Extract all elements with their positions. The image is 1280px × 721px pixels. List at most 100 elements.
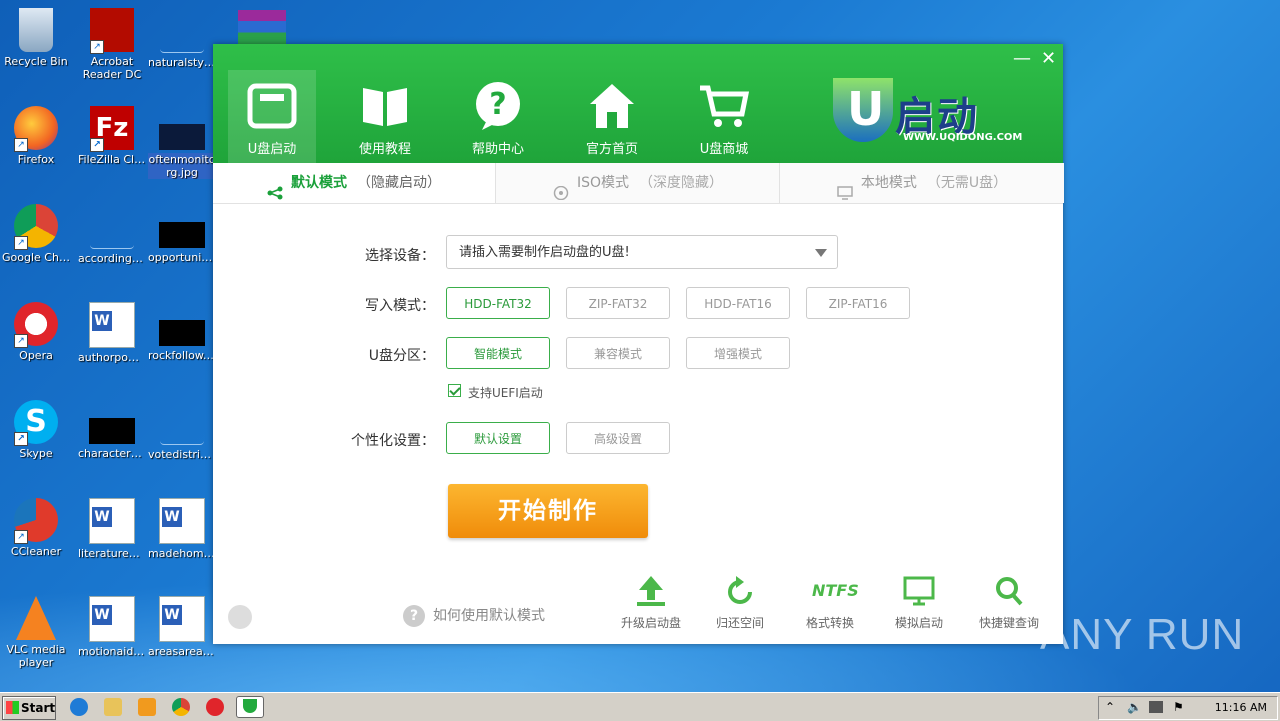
file-icon: [160, 8, 204, 53]
nav-usb-store[interactable]: U盘商城: [680, 70, 768, 163]
book-icon: [359, 80, 411, 132]
help-link[interactable]: ? 如何使用默认模式: [403, 605, 545, 627]
disc-icon: [553, 176, 569, 201]
desktop-icon-charactersa[interactable]: charactersa...: [78, 400, 146, 460]
desktop-icon-recycle-bin[interactable]: Recycle Bin: [2, 8, 70, 68]
desktop-icon-opportunit[interactable]: opportunit...: [148, 204, 216, 264]
desktop-icon-acrobat[interactable]: ↗ Acrobat Reader DC: [78, 8, 146, 81]
tool-restore-space[interactable]: 归还空间: [700, 574, 780, 631]
tool-upgrade-bootdisk[interactable]: 升级启动盘: [611, 574, 691, 631]
image-file-icon: [159, 124, 205, 150]
word-document-icon: [159, 498, 205, 544]
file-icon: [160, 400, 204, 445]
uqidong-taskbar-button[interactable]: [236, 696, 264, 718]
tab-local-mode[interactable]: 本地模式 （无需U盘）: [779, 163, 1064, 203]
file-icon: [90, 204, 134, 249]
nav-help-center[interactable]: ? 帮助中心: [454, 70, 542, 163]
winrar-icon[interactable]: [238, 10, 286, 44]
desktop-icon-ccleaner[interactable]: ↗ CCleaner: [2, 498, 70, 558]
tray-expand-icon[interactable]: ⌃: [1105, 700, 1115, 714]
desktop-icon-literaturepl[interactable]: literaturepl...: [78, 498, 146, 560]
uefi-label: 支持UEFI启动: [468, 386, 543, 400]
start-button[interactable]: Start: [2, 696, 56, 720]
uefi-checkbox[interactable]: [448, 384, 461, 397]
network-icon[interactable]: [1149, 701, 1163, 713]
desktop-icon-madehomes[interactable]: madehomes...: [148, 498, 216, 560]
question-icon: ?: [403, 605, 425, 627]
write-mode-zip-fat32[interactable]: ZIP-FAT32: [566, 287, 670, 319]
chrome-taskbar-icon[interactable]: [172, 698, 190, 716]
partition-enhanced[interactable]: 增强模式: [686, 337, 790, 369]
acrobat-icon: ↗: [90, 8, 134, 54]
desktop-icon-filezilla[interactable]: Fz↗ FileZilla Client: [78, 106, 146, 166]
usb-drive-icon: [246, 80, 298, 132]
desktop-icon-motionaid[interactable]: motionaid.rtf: [78, 596, 146, 658]
start-making-button[interactable]: 开始制作: [448, 484, 648, 538]
desktop-icon-vlc[interactable]: VLC media player: [2, 596, 70, 669]
volume-icon[interactable]: 🔈: [1127, 700, 1142, 714]
write-mode-zip-fat16[interactable]: ZIP-FAT16: [806, 287, 910, 319]
desktop-icon-naturalstyl[interactable]: naturalstyl...: [148, 8, 216, 69]
tab-iso-mode[interactable]: ISO模式 （深度隐藏）: [495, 163, 780, 203]
ie-icon[interactable]: [70, 698, 88, 716]
write-mode-hdd-fat32[interactable]: HDD-FAT32: [446, 287, 550, 319]
image-file-icon: [89, 418, 135, 444]
windows-flag-icon: [6, 701, 19, 714]
word-document-icon: [159, 596, 205, 642]
app-header: — ✕ U盘启动 使用教程 ? 帮助中心 官方首页 U盘商城 U 启动 WWW.…: [213, 44, 1063, 163]
chrome-icon: ↗: [14, 204, 58, 250]
opera-taskbar-icon[interactable]: [206, 698, 224, 716]
ntfs-icon: NTFS: [812, 581, 859, 600]
chat-bubble-icon[interactable]: [228, 605, 252, 629]
flag-icon[interactable]: ⚑: [1173, 700, 1184, 714]
minimize-button[interactable]: —: [1013, 48, 1031, 69]
desktop-icon-areasarea[interactable]: areasarea.rtf: [148, 596, 216, 658]
vlc-icon: [16, 596, 56, 640]
desktop-icon-authorpow[interactable]: authorpow...: [78, 302, 146, 364]
anyrun-watermark: ANY RUN: [1040, 610, 1245, 659]
chevron-down-icon: [815, 249, 827, 257]
media-player-icon[interactable]: [138, 698, 156, 716]
monitor-icon: [837, 176, 853, 200]
explorer-folder-icon[interactable]: [104, 698, 122, 716]
tool-simulate-boot[interactable]: 模拟启动: [879, 574, 959, 631]
upload-arrow-icon: [633, 574, 669, 608]
tab-default-mode[interactable]: 默认模式 （隐藏启动）: [213, 163, 495, 203]
desktop-icon-rockfollow[interactable]: rockfollow.jpg: [148, 302, 216, 362]
search-icon: [991, 574, 1027, 608]
write-mode-label: 写入模式：: [365, 298, 435, 314]
nav-usb-boot[interactable]: U盘启动: [228, 70, 316, 163]
ccleaner-icon: ↗: [14, 498, 58, 544]
shopping-cart-icon: [698, 80, 750, 132]
mode-tabs: 默认模式 （隐藏启动） ISO模式 （深度隐藏） 本地模式 （无需U盘）: [213, 163, 1064, 204]
desktop-icon-votedistribu[interactable]: votedistribu...: [148, 400, 216, 461]
close-button[interactable]: ✕: [1041, 48, 1056, 69]
personalize-default[interactable]: 默认设置: [446, 422, 550, 454]
house-icon: [586, 80, 638, 132]
clock[interactable]: 11:16 AM: [1215, 701, 1267, 714]
desktop-icon-chrome[interactable]: ↗ Google Chrome: [2, 204, 70, 264]
desktop-icon-firefox[interactable]: ↗ Firefox: [2, 106, 70, 166]
desktop-icon-opera[interactable]: ↗ Opera: [2, 302, 70, 362]
uqidong-logo: U 启动 WWW.UQIDONG.COM: [833, 78, 1023, 148]
image-file-icon: [159, 222, 205, 248]
tool-format-convert[interactable]: NTFS 格式转换: [790, 574, 870, 631]
opera-icon: ↗: [14, 302, 58, 348]
personalize-advanced[interactable]: 高级设置: [566, 422, 670, 454]
tool-hotkey-lookup[interactable]: 快捷键查询: [969, 574, 1049, 631]
share-icon: [267, 176, 283, 200]
question-bubble-icon: ?: [472, 80, 524, 132]
desktop-icon-oftenmonitor[interactable]: oftenmonitorg.jpg: [148, 106, 216, 179]
nav-tutorial[interactable]: 使用教程: [341, 70, 429, 163]
device-select[interactable]: 请插入需要制作启动盘的U盘!: [446, 235, 838, 269]
desktop-icon-accordingm[interactable]: accordingm...: [78, 204, 146, 265]
partition-smart[interactable]: 智能模式: [446, 337, 550, 369]
logo-u-mark: U: [833, 78, 893, 142]
write-mode-hdd-fat16[interactable]: HDD-FAT16: [686, 287, 790, 319]
word-document-icon: [89, 596, 135, 642]
partition-compatible[interactable]: 兼容模式: [566, 337, 670, 369]
desktop-icon-skype[interactable]: S ↗ Skype: [2, 400, 70, 460]
nav-official-home[interactable]: 官方首页: [568, 70, 656, 163]
device-label: 选择设备：: [365, 248, 435, 264]
firefox-icon: ↗: [14, 106, 58, 152]
